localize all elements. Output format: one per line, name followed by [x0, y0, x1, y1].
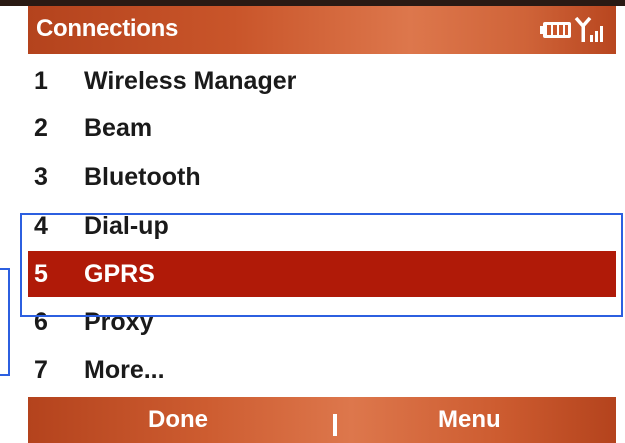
status-icons	[540, 16, 608, 44]
menu-item-number: 1	[34, 67, 48, 95]
softkey-bar: Done Menu	[28, 397, 616, 443]
menu-item-more[interactable]: 7 More...	[28, 347, 616, 393]
battery-icon	[540, 22, 571, 38]
page-title: Connections	[36, 15, 179, 42]
menu-item-label: Bluetooth	[84, 163, 201, 191]
menu-item-label: More...	[84, 356, 165, 384]
menu-item-label: Wireless Manager	[84, 67, 297, 95]
phone-screen: Connections 1 Wireless Manager 2 Beam 3 …	[0, 0, 625, 443]
menu-item-number: 7	[34, 356, 48, 384]
menu-softkey[interactable]: Menu	[438, 406, 501, 434]
done-softkey[interactable]: Done	[148, 406, 208, 434]
menu-item-number: 3	[34, 163, 48, 191]
annotation-highlight-box-left	[0, 268, 10, 376]
menu-item-wireless-manager[interactable]: 1 Wireless Manager	[28, 58, 616, 104]
menu-item-beam[interactable]: 2 Beam	[28, 105, 616, 151]
menu-item-label: Beam	[84, 114, 153, 142]
annotation-highlight-box	[20, 213, 623, 317]
softkey-divider	[333, 414, 337, 436]
title-bar: Connections	[28, 6, 616, 54]
menu-item-bluetooth[interactable]: 3 Bluetooth	[28, 154, 616, 200]
signal-strength-icon	[574, 16, 603, 42]
menu-item-number: 2	[34, 114, 48, 142]
